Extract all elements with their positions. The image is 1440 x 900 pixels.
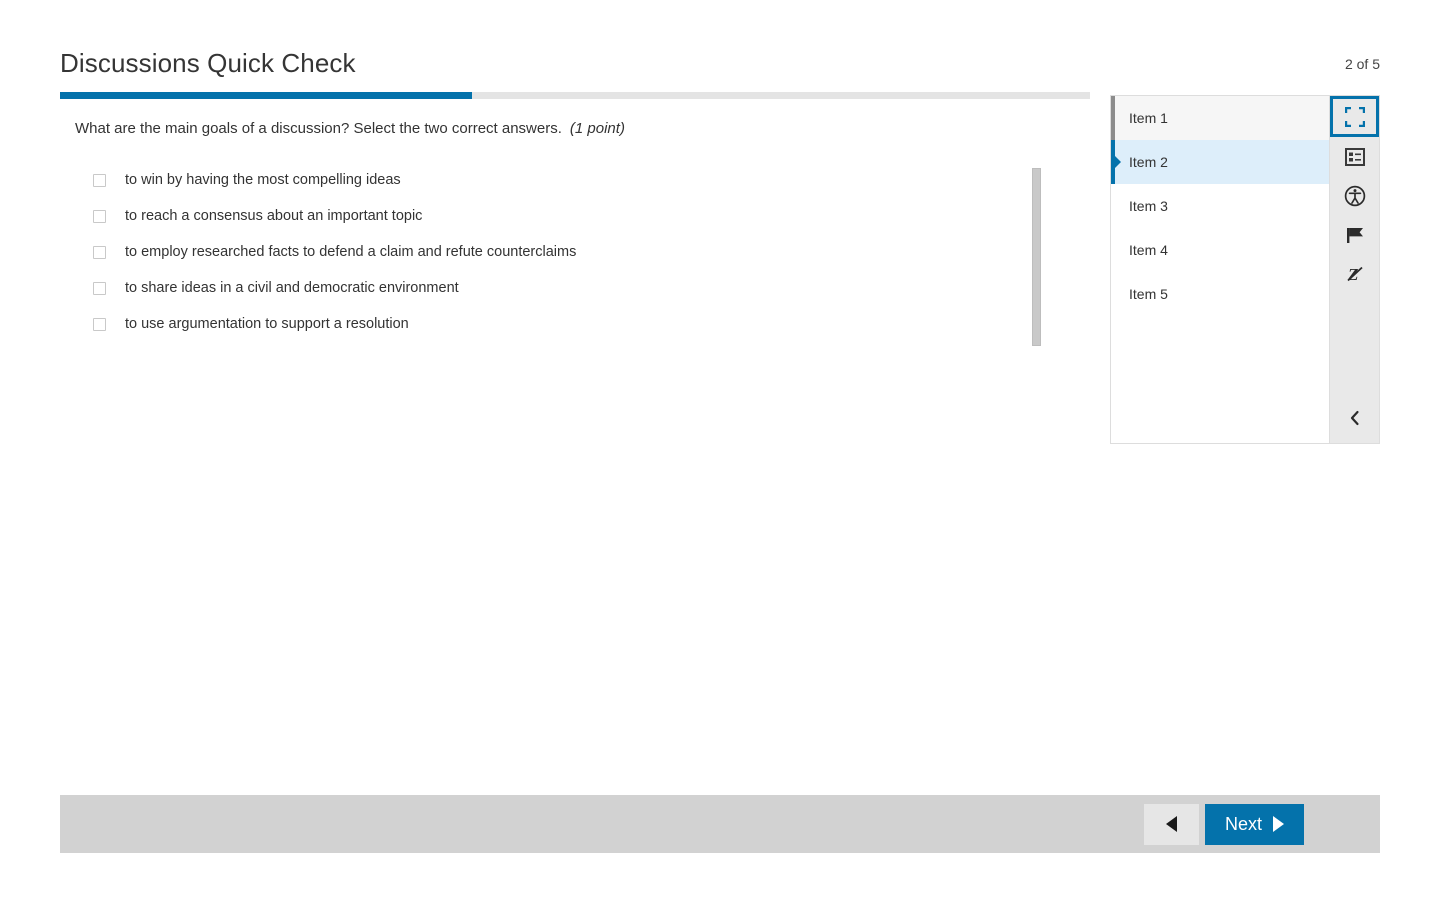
item-nav-label: Item 3	[1129, 198, 1168, 214]
item-state-marker	[1111, 272, 1115, 316]
answer-choice-row[interactable]: to employ researched facts to defend a c…	[93, 234, 1050, 270]
item-state-marker	[1111, 184, 1115, 228]
previous-button[interactable]	[1143, 803, 1199, 845]
flag-icon-button[interactable]	[1330, 215, 1379, 254]
item-nav-label: Item 4	[1129, 242, 1168, 258]
page-title: Discussions Quick Check	[60, 48, 356, 78]
progress-bar-fill	[60, 92, 472, 99]
answer-choice-row[interactable]: to reach a consensus about an important …	[93, 198, 1050, 234]
triangle-right-icon	[1273, 816, 1284, 832]
accessibility-icon-button[interactable]	[1330, 176, 1379, 215]
answer-choices: to win by having the most compelling ide…	[60, 162, 1050, 342]
item-nav-row[interactable]: Item 3	[1111, 184, 1329, 228]
item-counter: 2 of 5	[1344, 56, 1380, 72]
svg-text:Z: Z	[1347, 265, 1358, 284]
progress-bar	[60, 92, 1090, 99]
tool-rail: Z	[1329, 95, 1380, 444]
item-state-marker	[1111, 228, 1115, 272]
notes-list-icon	[1344, 147, 1365, 166]
item-nav-label: Item 5	[1129, 286, 1168, 302]
right-panel: Item 1 Item 2 Item 3 Item 4 Item 5	[1110, 95, 1380, 444]
line-reader-off-icon: Z	[1345, 264, 1365, 284]
answer-choice-label: to win by having the most compelling ide…	[125, 172, 401, 188]
chevron-left-icon	[1348, 410, 1362, 426]
answer-choice-checkbox[interactable]	[93, 317, 106, 331]
answer-choice-row[interactable]: to win by having the most compelling ide…	[93, 162, 1050, 198]
answer-choice-label: to reach a consensus about an important …	[125, 208, 423, 224]
item-state-marker	[1111, 96, 1115, 140]
fullscreen-icon	[1344, 106, 1365, 127]
accessibility-icon	[1344, 185, 1366, 207]
collapse-panel-button[interactable]	[1330, 398, 1379, 437]
question-text: What are the main goals of a discussion?…	[75, 120, 562, 137]
answer-choice-checkbox[interactable]	[93, 245, 106, 259]
content-scrollbar[interactable]	[1032, 168, 1041, 346]
notes-list-icon-button[interactable]	[1330, 137, 1379, 176]
answer-choice-label: to employ researched facts to defend a c…	[125, 244, 577, 260]
question-stem: What are the main goals of a discussion?…	[60, 118, 1050, 140]
item-nav-row[interactable]: Item 2	[1111, 140, 1329, 184]
answer-choice-row[interactable]: to share ideas in a civil and democratic…	[93, 270, 1050, 306]
bottom-navigation-bar: Next	[60, 795, 1380, 853]
item-navigation-list: Item 1 Item 2 Item 3 Item 4 Item 5	[1110, 95, 1329, 444]
answer-choice-checkbox[interactable]	[93, 209, 106, 223]
answer-choice-checkbox[interactable]	[93, 281, 106, 295]
current-item-arrow-icon	[1115, 156, 1121, 168]
question-area: What are the main goals of a discussion?…	[60, 118, 1050, 342]
item-nav-row[interactable]: Item 1	[1111, 96, 1329, 140]
assessment-page: Discussions Quick Check 2 of 5 What are …	[0, 0, 1440, 900]
fullscreen-icon-button[interactable]	[1330, 96, 1379, 137]
item-nav-row[interactable]: Item 4	[1111, 228, 1329, 272]
question-points: (1 point)	[569, 120, 625, 137]
triangle-left-icon	[1165, 816, 1177, 832]
item-nav-label: Item 1	[1129, 110, 1168, 126]
next-button-label: Next	[1224, 813, 1262, 834]
flag-icon	[1345, 225, 1365, 245]
item-nav-label: Item 2	[1129, 154, 1168, 170]
next-button[interactable]: Next	[1204, 803, 1304, 845]
line-reader-off-icon-button[interactable]: Z	[1330, 254, 1379, 293]
answer-choice-label: to share ideas in a civil and democratic…	[125, 280, 459, 296]
item-nav-row[interactable]: Item 5	[1111, 272, 1329, 316]
answer-choice-row[interactable]: to use argumentation to support a resolu…	[93, 306, 1050, 342]
answer-choice-checkbox[interactable]	[93, 173, 106, 187]
answer-choice-label: to use argumentation to support a resolu…	[125, 316, 409, 332]
